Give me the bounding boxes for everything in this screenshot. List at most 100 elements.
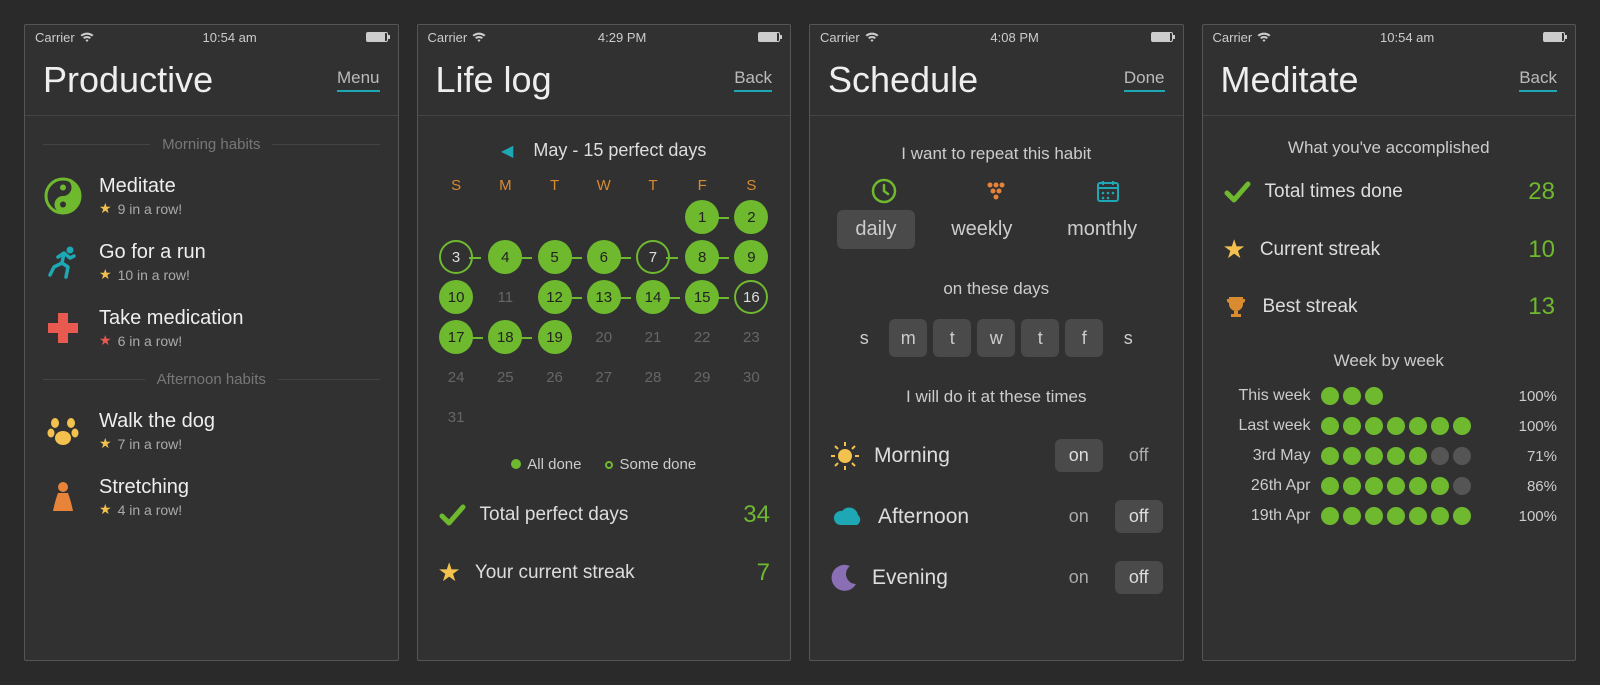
screen-productive: Carrier 10:54 am Productive Menu Morning… bbox=[24, 24, 399, 661]
week-dot bbox=[1321, 447, 1339, 465]
dow-label: M bbox=[483, 177, 528, 194]
calendar-day[interactable]: 2 bbox=[734, 200, 768, 234]
calendar-day[interactable]: 7 bbox=[636, 240, 670, 274]
toggle-on[interactable]: on bbox=[1055, 561, 1103, 594]
day-chip-2[interactable]: t bbox=[933, 319, 971, 357]
calendar-day[interactable]: 4 bbox=[488, 240, 522, 274]
calendar-day[interactable]: 21 bbox=[636, 320, 670, 354]
calendar-day[interactable]: 14 bbox=[636, 280, 670, 314]
cross-icon bbox=[43, 308, 83, 348]
carrier-label: Carrier bbox=[35, 30, 75, 45]
toggle-off[interactable]: off bbox=[1115, 561, 1163, 594]
page-title: Meditate bbox=[1221, 59, 1359, 101]
stat-current-streak: ★Current streak 10 bbox=[1203, 220, 1576, 279]
calendar-day[interactable]: 12 bbox=[538, 280, 572, 314]
calendar-day[interactable]: 22 bbox=[685, 320, 719, 354]
repeat-daily[interactable]: daily bbox=[837, 210, 914, 249]
calendar-day[interactable]: 18 bbox=[488, 320, 522, 354]
toggle-on[interactable]: on bbox=[1055, 439, 1103, 472]
clock: 10:54 am bbox=[203, 30, 257, 45]
day-chip-0[interactable]: s bbox=[845, 319, 883, 357]
stat-value: 34 bbox=[743, 501, 770, 529]
back-link[interactable]: Back bbox=[734, 68, 772, 92]
back-link[interactable]: Back bbox=[1519, 68, 1557, 92]
calendar-day bbox=[636, 400, 670, 434]
toggle-off[interactable]: off bbox=[1115, 439, 1163, 472]
calendar-day[interactable]: 20 bbox=[587, 320, 621, 354]
week-percent: 71% bbox=[1507, 448, 1557, 465]
calendar-icon bbox=[1095, 178, 1121, 204]
calendar-day[interactable]: 3 bbox=[439, 240, 473, 274]
clock-icon bbox=[871, 178, 897, 204]
toggle-off[interactable]: off bbox=[1115, 500, 1163, 533]
habit-meditate[interactable]: Meditate ★9 in a row! bbox=[25, 163, 398, 229]
calendar-day[interactable]: 11 bbox=[488, 280, 522, 314]
moon-icon bbox=[830, 564, 858, 592]
calendar-day[interactable]: 25 bbox=[488, 360, 522, 394]
habit-label: Stretching bbox=[99, 476, 189, 499]
week-dot bbox=[1343, 387, 1361, 405]
calendar-day[interactable]: 23 bbox=[734, 320, 768, 354]
calendar-day[interactable]: 6 bbox=[587, 240, 621, 274]
calendar-day[interactable]: 31 bbox=[439, 400, 473, 434]
calendar-day[interactable]: 29 bbox=[685, 360, 719, 394]
calendar-day[interactable]: 26 bbox=[538, 360, 572, 394]
calendar-day[interactable]: 19 bbox=[538, 320, 572, 354]
stat-total-done: Total times done 28 bbox=[1203, 164, 1576, 220]
day-chip-1[interactable]: m bbox=[889, 319, 927, 357]
star-icon: ★ bbox=[99, 332, 112, 349]
calendar-day[interactable]: 24 bbox=[439, 360, 473, 394]
week-dot bbox=[1387, 447, 1405, 465]
toggle-on[interactable]: on bbox=[1055, 500, 1103, 533]
time-label: Afternoon bbox=[878, 505, 969, 529]
week-dot bbox=[1387, 477, 1405, 495]
repeat-monthly[interactable]: monthly bbox=[1049, 210, 1155, 249]
habit-run[interactable]: Go for a run ★10 in a row! bbox=[25, 229, 398, 295]
habit-streak: ★10 in a row! bbox=[99, 266, 206, 283]
day-chip-4[interactable]: t bbox=[1021, 319, 1059, 357]
calendar-day[interactable]: 16 bbox=[734, 280, 768, 314]
habit-walkdog[interactable]: Walk the dog ★7 in a row! bbox=[25, 398, 398, 464]
calendar-day[interactable]: 5 bbox=[538, 240, 572, 274]
calendar-day bbox=[685, 400, 719, 434]
calendar-day[interactable]: 10 bbox=[439, 280, 473, 314]
header: Schedule Done bbox=[810, 49, 1183, 116]
week-dot bbox=[1431, 507, 1449, 525]
menu-link[interactable]: Menu bbox=[337, 68, 380, 92]
repeat-weekly[interactable]: weekly bbox=[933, 210, 1030, 249]
calendar-day[interactable]: 15 bbox=[685, 280, 719, 314]
carrier-label: Carrier bbox=[1213, 30, 1253, 45]
calendar-day[interactable]: 1 bbox=[685, 200, 719, 234]
dow-label: T bbox=[532, 177, 577, 194]
calendar-day[interactable]: 17 bbox=[439, 320, 473, 354]
prev-month-button[interactable]: ◀ bbox=[501, 141, 513, 161]
clock: 10:54 am bbox=[1380, 30, 1434, 45]
day-chip-5[interactable]: f bbox=[1065, 319, 1103, 357]
star-icon: ★ bbox=[99, 501, 112, 518]
calendar-day[interactable]: 27 bbox=[587, 360, 621, 394]
time-label: Evening bbox=[872, 566, 948, 590]
cloud-icon bbox=[830, 505, 864, 529]
week-dot bbox=[1321, 387, 1339, 405]
week-by-week-label: Week by week bbox=[1203, 335, 1576, 381]
day-chip-3[interactable]: w bbox=[977, 319, 1015, 357]
week-row: 19th Apr100% bbox=[1203, 501, 1576, 531]
day-chip-6[interactable]: s bbox=[1109, 319, 1147, 357]
calendar-day[interactable]: 13 bbox=[587, 280, 621, 314]
habit-streak: ★7 in a row! bbox=[99, 435, 215, 452]
stat-value: 10 bbox=[1528, 236, 1555, 264]
week-dot bbox=[1343, 477, 1361, 495]
calendar-day[interactable]: 9 bbox=[734, 240, 768, 274]
calendar-day[interactable]: 28 bbox=[636, 360, 670, 394]
habit-stretch[interactable]: Stretching ★4 in a row! bbox=[25, 464, 398, 530]
habit-medication[interactable]: Take medication ★6 in a row! bbox=[25, 295, 398, 361]
calendar-day[interactable]: 8 bbox=[685, 240, 719, 274]
week-dot bbox=[1365, 477, 1383, 495]
calendar-day bbox=[488, 200, 522, 234]
check-icon bbox=[1223, 178, 1251, 206]
calendar-day[interactable]: 30 bbox=[734, 360, 768, 394]
week-dot bbox=[1387, 417, 1405, 435]
week-dot bbox=[1343, 507, 1361, 525]
done-link[interactable]: Done bbox=[1124, 68, 1165, 92]
status-bar: Carrier 4:29 PM bbox=[418, 25, 791, 49]
